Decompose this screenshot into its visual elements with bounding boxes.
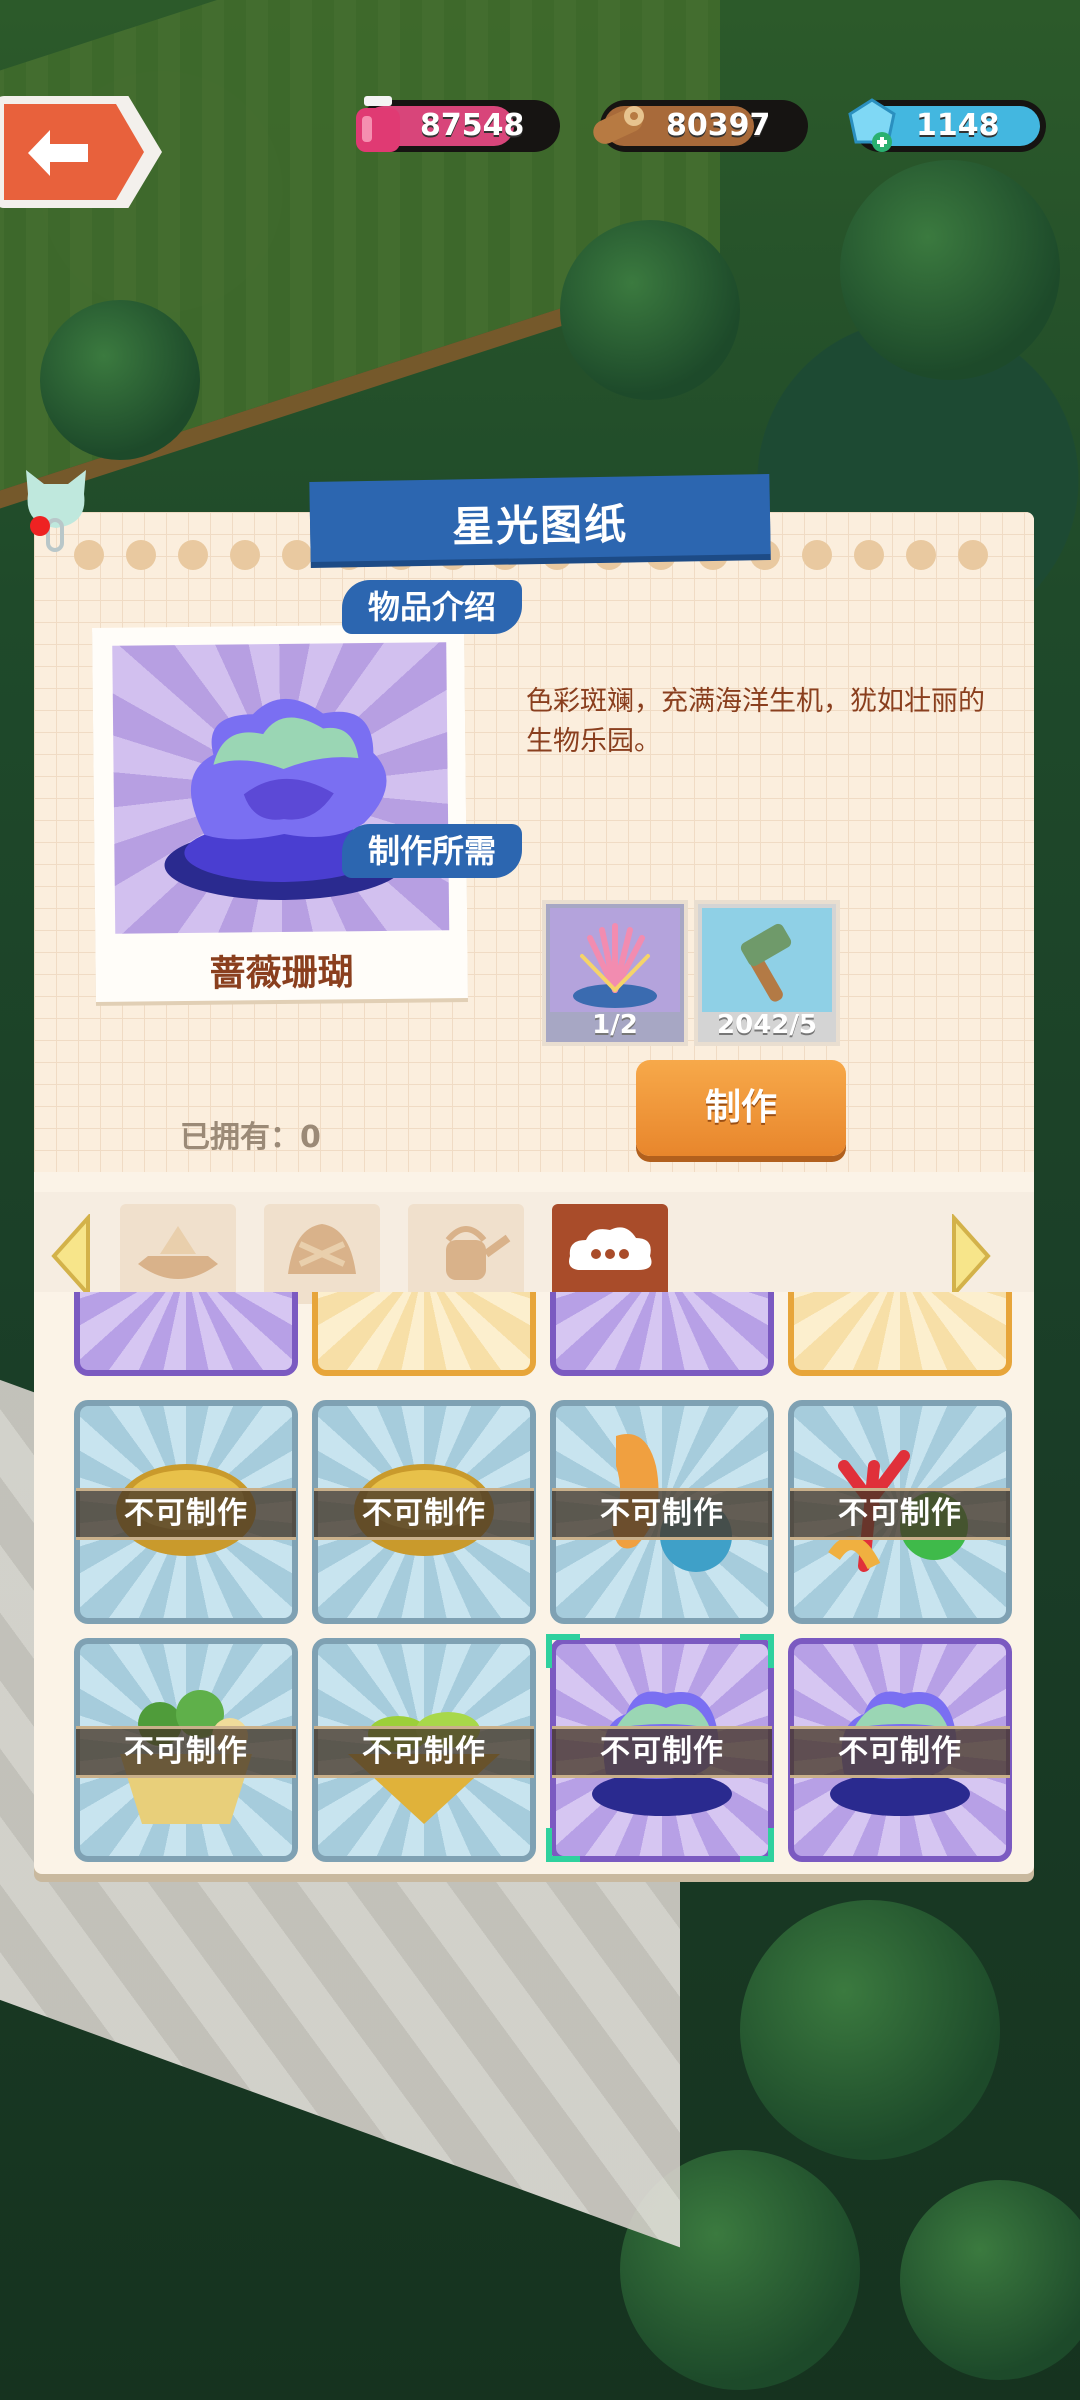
locked-label: 不可制作 (552, 1488, 772, 1540)
grid-cell[interactable]: 不可制作 (788, 1638, 1012, 1862)
grid-cell[interactable]: 不可制作 (788, 1400, 1012, 1624)
grid-cell[interactable] (312, 1292, 536, 1376)
watering-can-icon (445, 1226, 511, 1280)
item-preview-card: 蔷薇珊瑚 (92, 624, 468, 1002)
requirement-count: 2042/5 (717, 1010, 817, 1040)
gem-count: 1148 (916, 108, 1000, 143)
craft-button[interactable]: 制作 (636, 1060, 846, 1156)
gem-icon (848, 98, 896, 152)
category-tab-bar (34, 1192, 1034, 1304)
locked-label: 不可制作 (790, 1488, 1010, 1540)
cloud-chat-icon (569, 1227, 652, 1270)
requirements-heading: 制作所需 (342, 824, 523, 878)
grid-cell[interactable] (550, 1292, 774, 1376)
tab-next-arrow-icon[interactable] (948, 1214, 994, 1298)
selection-corner (740, 1634, 774, 1668)
tree (840, 160, 1060, 380)
title-banner: 星光图纸 (309, 473, 771, 563)
locked-label: 不可制作 (76, 1726, 296, 1778)
item-name: 蔷薇珊瑚 (209, 952, 354, 995)
item-description: 色彩斑斓，充满海洋生机，犹如壮丽的生物乐园。 (526, 686, 985, 757)
back-arrow-icon (28, 130, 88, 176)
tab-watering-can[interactable] (408, 1204, 524, 1304)
tab-boat[interactable] (120, 1204, 236, 1304)
boat-icon (138, 1226, 218, 1279)
tab-dumpling[interactable] (264, 1204, 380, 1304)
grid-cell[interactable] (74, 1292, 298, 1376)
tab-prev-arrow-icon[interactable] (48, 1214, 94, 1298)
grid-cell[interactable] (788, 1292, 1012, 1376)
grid-cell[interactable]: 不可制作 (74, 1400, 298, 1624)
notification-dot (30, 516, 50, 536)
grid-cell[interactable]: 不可制作 (312, 1638, 536, 1862)
blueprint-panel: 星光图纸 蔷薇珊瑚 物品介绍 色彩斑斓，充满海洋生机，犹如壮丽的生物乐园。 制作… (26, 470, 1034, 1874)
ink-resource[interactable]: 87548 (356, 96, 560, 152)
item-image (112, 642, 450, 934)
locked-label: 不可制作 (76, 1488, 296, 1540)
blueprint-grid: 不可制作 不可制作 不可制作 不可制作 不可制作 不可制作 不可制作 不可制作 (50, 1292, 1018, 1862)
locked-label: 不可制作 (790, 1726, 1010, 1778)
panel-title: 星光图纸 (451, 499, 629, 552)
grid-cell[interactable]: 不可制作 (312, 1400, 536, 1624)
selection-corner (546, 1634, 580, 1668)
requirement-hammer[interactable]: 2042/5 (694, 900, 840, 1046)
grid-cell[interactable]: 不可制作 (74, 1638, 298, 1862)
locked-label: 不可制作 (552, 1726, 772, 1778)
tab-cloud-chat[interactable] (552, 1204, 668, 1304)
tree (900, 2180, 1080, 2380)
requirement-count: 1/2 (592, 1010, 638, 1040)
rose-coral-icon (164, 698, 405, 900)
cat-paperclip-icon (26, 470, 86, 552)
wood-log-icon (593, 106, 644, 144)
back-button[interactable] (0, 96, 162, 208)
grid-cell[interactable]: 不可制作 (550, 1400, 774, 1624)
ink-bottle-icon (356, 96, 400, 152)
ink-count: 87548 (420, 108, 525, 143)
locked-label: 不可制作 (314, 1726, 534, 1778)
hammer-icon (702, 908, 832, 1012)
locked-label: 不可制作 (314, 1488, 534, 1540)
tree (40, 300, 200, 460)
tree (560, 220, 740, 400)
owned-count: 已拥有：0 (180, 1120, 321, 1155)
selection-corner (740, 1828, 774, 1862)
dumpling-icon (288, 1224, 356, 1274)
tree (740, 1900, 1000, 2160)
description-heading: 物品介绍 (342, 580, 523, 634)
selection-corner (546, 1828, 580, 1862)
requirement-coral[interactable]: 1/2 (542, 900, 688, 1046)
coral-icon (550, 908, 680, 1012)
gem-resource[interactable]: 1148 (848, 98, 1046, 152)
wood-resource[interactable]: 80397 (593, 100, 808, 152)
wood-count: 80397 (666, 108, 771, 143)
